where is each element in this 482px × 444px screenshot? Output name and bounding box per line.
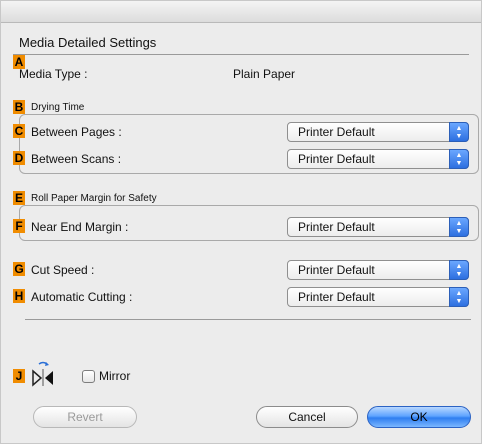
up-down-arrows-icon: ▲ ▼ xyxy=(449,217,469,237)
up-down-arrows-icon: ▲ ▼ xyxy=(449,122,469,142)
between-scans-value: Printer Default xyxy=(298,152,375,166)
section-divider xyxy=(13,54,469,55)
cut-speed-value: Printer Default xyxy=(298,263,375,277)
badge-j: J xyxy=(13,369,25,383)
ok-button[interactable]: OK xyxy=(367,406,471,428)
badge-h: H xyxy=(13,289,25,303)
mirror-orientation-icon xyxy=(32,361,53,387)
bottom-divider xyxy=(25,319,471,320)
media-type-label: Media Type : xyxy=(19,67,88,81)
mirror-label: Mirror xyxy=(99,369,131,383)
between-scans-label: Between Scans : xyxy=(31,152,122,166)
between-pages-value: Printer Default xyxy=(298,125,375,139)
media-type-value: Plain Paper xyxy=(233,67,296,81)
roll-margin-group-label: Roll Paper Margin for Safety xyxy=(31,193,157,204)
title-bar xyxy=(1,1,481,23)
mirror-checkbox[interactable] xyxy=(82,370,95,383)
badge-e: E xyxy=(13,191,25,205)
badge-g: G xyxy=(13,262,25,276)
between-scans-popup[interactable]: Printer Default ▲ ▼ xyxy=(287,149,469,169)
badge-d: D xyxy=(13,151,25,165)
near-end-margin-value: Printer Default xyxy=(298,220,375,234)
cut-speed-popup[interactable]: Printer Default ▲ ▼ xyxy=(287,260,469,280)
automatic-cutting-label: Automatic Cutting : xyxy=(31,290,133,304)
badge-b: B xyxy=(13,100,25,114)
cut-speed-label: Cut Speed : xyxy=(31,263,95,277)
revert-button[interactable]: Revert xyxy=(33,406,137,428)
badge-f: F xyxy=(13,219,25,233)
automatic-cutting-value: Printer Default xyxy=(298,290,375,304)
up-down-arrows-icon: ▲ ▼ xyxy=(449,149,469,169)
near-end-margin-label: Near End Margin : xyxy=(31,220,129,234)
automatic-cutting-popup[interactable]: Printer Default ▲ ▼ xyxy=(287,287,469,307)
cancel-button[interactable]: Cancel xyxy=(256,406,358,428)
near-end-margin-popup[interactable]: Printer Default ▲ ▼ xyxy=(287,217,469,237)
badge-c: C xyxy=(13,124,25,138)
media-detailed-settings-dialog: Media Detailed Settings A Media Type : P… xyxy=(0,0,482,444)
drying-time-group-label: Drying Time xyxy=(31,102,85,113)
up-down-arrows-icon: ▲ ▼ xyxy=(449,287,469,307)
up-down-arrows-icon: ▲ ▼ xyxy=(449,260,469,280)
section-title: Media Detailed Settings xyxy=(19,35,157,50)
between-pages-label: Between Pages : xyxy=(31,125,122,139)
between-pages-popup[interactable]: Printer Default ▲ ▼ xyxy=(287,122,469,142)
